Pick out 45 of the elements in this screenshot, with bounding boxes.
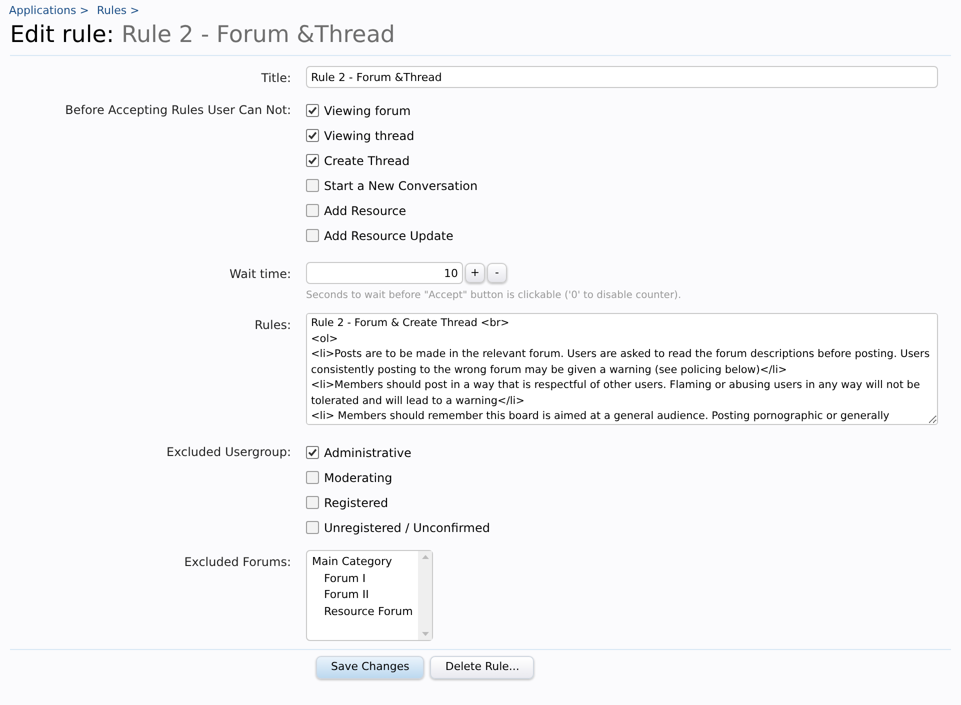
checkbox-label: Registered bbox=[324, 494, 388, 512]
hint-text: Seconds to wait before "Accept" button is clickable ('0' to disable counter). bbox=[306, 289, 682, 304]
rule-name: Rule 2 - Forum &Thread bbox=[122, 22, 396, 48]
list-option[interactable]: Resource Forum bbox=[312, 604, 413, 620]
rules-textarea[interactable]: Rule 2 - Forum & Create Thread <br> <ol> <li>Posts are to be made in the relevant forum. Users are asked to read the forum descriptions before posting. Users consistently posting to the wrong forum may be given a warning (see policing below)</li> <li>Members should post in a way that is respectful of other users. Flaming or abusing users in any way will not be tolerated and will lead to a warning</li> <li> Members should remember this board is aimed at a general audience. Posting pornographic or generally bbox=[306, 313, 938, 426]
field-label: Wait time: bbox=[228, 266, 292, 284]
stepper-button[interactable]: + bbox=[465, 263, 485, 284]
breadcrumb-link[interactable]: Applications > bbox=[9, 4, 89, 17]
checkbox-label: Moderating bbox=[324, 470, 392, 487]
checkbox[interactable] bbox=[306, 471, 319, 484]
save-button[interactable]: Save Changes bbox=[316, 656, 424, 680]
checkbox[interactable] bbox=[306, 179, 319, 192]
checkbox[interactable] bbox=[306, 104, 319, 118]
field-label: Excluded Usergroup: bbox=[166, 444, 292, 462]
checkbox[interactable] bbox=[306, 154, 319, 168]
field-label: Before Accepting Rules User Can Not: bbox=[64, 102, 292, 120]
field-label: Rules: bbox=[254, 317, 292, 334]
field-label: Excluded Forums: bbox=[183, 554, 292, 572]
checkbox-label: Start a New Conversation bbox=[324, 178, 478, 195]
scroll-down-icon[interactable] bbox=[422, 632, 428, 636]
checkbox[interactable] bbox=[306, 446, 319, 460]
number-field[interactable]: 10 bbox=[306, 262, 463, 284]
forum-listbox[interactable]: Main Category Forum I Forum II Resource Forum bbox=[306, 550, 433, 642]
scroll-up-icon[interactable] bbox=[422, 555, 428, 560]
title-field[interactable]: Rule 2 - Forum &Thread bbox=[306, 66, 938, 88]
delete-button[interactable]: Delete Rule... bbox=[430, 656, 534, 680]
checkbox[interactable] bbox=[306, 496, 319, 510]
list-option[interactable]: Forum II bbox=[312, 587, 413, 604]
list-option[interactable]: Main Category bbox=[312, 554, 413, 571]
stepper-button[interactable]: - bbox=[487, 263, 507, 284]
list-option[interactable]: Forum I bbox=[312, 570, 413, 588]
checkbox[interactable] bbox=[306, 129, 319, 142]
field-label: Title: bbox=[260, 70, 292, 88]
checkbox[interactable] bbox=[306, 204, 319, 218]
checkbox-label: Administrative bbox=[324, 444, 412, 462]
checkbox[interactable] bbox=[306, 521, 319, 534]
heading-prefix: Edit rule: bbox=[10, 22, 114, 48]
checkbox-label: Create Thread bbox=[324, 152, 410, 170]
breadcrumb-link[interactable]: Rules > bbox=[96, 4, 140, 17]
checkbox-label: Add Resource bbox=[324, 202, 406, 220]
checkbox-label: Viewing forum bbox=[324, 102, 411, 120]
checkbox-label: Unregistered / Unconfirmed bbox=[324, 520, 490, 537]
checkbox-label: Add Resource Update bbox=[324, 228, 454, 245]
checkbox-label: Viewing thread bbox=[324, 128, 414, 145]
checkbox[interactable] bbox=[306, 229, 319, 242]
